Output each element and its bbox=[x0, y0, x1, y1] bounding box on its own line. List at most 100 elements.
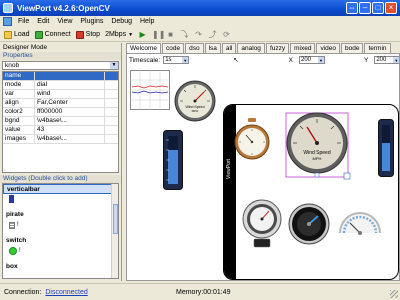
wind-speed-gauge[interactable]: Wind Speed MPH bbox=[174, 80, 216, 122]
refresh-icon[interactable]: ⟳ bbox=[222, 30, 231, 39]
app-icon bbox=[3, 3, 13, 13]
widgets-header: Widgets (Double click to add) bbox=[0, 175, 121, 183]
menu-edit[interactable]: Edit bbox=[37, 18, 49, 25]
close-button[interactable]: × bbox=[385, 2, 397, 14]
connection-label: Connection: bbox=[4, 288, 42, 296]
tab-code[interactable]: code bbox=[161, 43, 185, 53]
menu-debug[interactable]: Debug bbox=[111, 18, 132, 25]
timescale-select[interactable]: 1s ▼ bbox=[163, 56, 190, 64]
step-over-icon[interactable]: ↷ bbox=[194, 30, 203, 39]
property-row[interactable]: mode dial bbox=[3, 81, 118, 90]
pause-icon[interactable]: ❚❚ bbox=[152, 30, 165, 39]
memory-status: Memory:00:01:49 bbox=[176, 288, 231, 296]
connect-button[interactable]: Connect bbox=[34, 30, 71, 39]
widget-item[interactable]: switch bbox=[3, 236, 118, 246]
stopwatch-gauge[interactable] bbox=[234, 118, 270, 162]
gauge-unit: MPH bbox=[192, 109, 199, 113]
widget-item[interactable]: verticalbar bbox=[3, 184, 118, 194]
stop-button[interactable]: Stop bbox=[75, 30, 100, 39]
menu-help[interactable]: Help bbox=[140, 18, 154, 25]
tab-bar: Welcome code dso lsa all analog fuzzy mi… bbox=[126, 43, 400, 53]
canvas-brand-label: ViewPort bbox=[226, 159, 232, 179]
properties-empty-area bbox=[3, 144, 118, 172]
toolbar: Load Connect Stop 2Mbps ▼ ▶ ❚❚ ■ ⤵ ↷ ⤴ ⟳ bbox=[0, 28, 400, 42]
tab-fuzzy[interactable]: fuzzy bbox=[265, 43, 290, 53]
tab-video[interactable]: video bbox=[316, 43, 340, 53]
right-vertical-bar[interactable] bbox=[378, 119, 394, 177]
properties-header: Properties bbox=[0, 52, 121, 60]
minimize-button[interactable]: – bbox=[359, 2, 371, 14]
x-label: X bbox=[288, 56, 293, 64]
app-menu-icon bbox=[3, 17, 12, 26]
designer-canvas-area: Timescale: 1s ▼ ↖ X 200 ▼ Y 200 ▼ Wind S… bbox=[126, 53, 400, 281]
tab-lsa[interactable]: lsa bbox=[204, 43, 221, 53]
chevron-down-icon: ▼ bbox=[110, 62, 118, 69]
resize-grip-icon[interactable] bbox=[390, 290, 398, 298]
y-select[interactable]: 200 ▼ bbox=[374, 56, 399, 64]
widget-item[interactable]: pirate bbox=[3, 210, 118, 220]
tab-bode[interactable]: bode bbox=[341, 43, 364, 53]
designer-panel: Designer Mode Properties knob ▼ name mod… bbox=[0, 43, 122, 281]
black-dial-gauge[interactable] bbox=[288, 202, 330, 246]
menu-file[interactable]: File bbox=[18, 18, 29, 25]
mouse-cursor-icon: ↖ bbox=[233, 57, 239, 64]
property-row[interactable]: value 43 bbox=[3, 126, 118, 135]
timescale-label: Timescale: bbox=[129, 56, 161, 64]
graph-thumbnail[interactable] bbox=[130, 70, 170, 110]
tab-mixed[interactable]: mixed bbox=[290, 43, 316, 53]
menu-plugins[interactable]: Plugins bbox=[80, 18, 103, 25]
widgets-list: verticalbar pirate ! switch ! box bbox=[2, 183, 119, 279]
timescale-row: Timescale: 1s ▼ ↖ X 200 ▼ Y 200 ▼ bbox=[127, 55, 399, 65]
property-row[interactable]: images \v4base\... bbox=[3, 135, 118, 144]
widget-canvas[interactable]: ViewPort Wind Speed MPH bbox=[223, 104, 399, 280]
property-row[interactable]: var wind bbox=[3, 90, 118, 99]
title-bar: ViewPort v4.2.6:OpenCV ⇔ – □ × bbox=[0, 0, 400, 16]
maximize-button[interactable]: □ bbox=[372, 2, 384, 14]
chrome-dial-gauge[interactable] bbox=[242, 197, 282, 249]
step-out-icon[interactable]: ⤴ bbox=[208, 29, 217, 40]
tab-analog[interactable]: analog bbox=[237, 43, 265, 53]
resize-handle[interactable] bbox=[314, 172, 320, 178]
play-icon[interactable]: ▶ bbox=[138, 30, 147, 39]
bars-icon: ! bbox=[3, 220, 118, 230]
tab-dso[interactable]: dso bbox=[185, 43, 204, 53]
menu-bar: File Edit View Plugins Debug Help bbox=[0, 16, 400, 27]
load-button[interactable]: Load bbox=[4, 30, 30, 39]
chevron-down-icon: ▼ bbox=[128, 31, 134, 38]
tab-welcome[interactable]: Welcome bbox=[126, 43, 161, 53]
window-title: ViewPort v4.2.6:OpenCV bbox=[17, 3, 110, 13]
property-row[interactable]: name bbox=[3, 72, 118, 81]
stop-icon bbox=[75, 30, 84, 39]
property-row[interactable]: align Far,Center bbox=[3, 99, 118, 108]
folder-icon bbox=[4, 30, 12, 39]
vertical-bar-icon bbox=[3, 194, 118, 204]
panel-title: Designer Mode bbox=[3, 44, 48, 51]
x-select[interactable]: 200 ▼ bbox=[298, 56, 325, 64]
tab-termin[interactable]: termin bbox=[364, 43, 391, 53]
properties-grid: name mode dial var wind align Far,Center… bbox=[2, 71, 119, 173]
property-row[interactable]: color2 ff000000 bbox=[3, 108, 118, 117]
property-row[interactable]: bgnd \v4base\... bbox=[3, 117, 118, 126]
step-into-icon[interactable]: ⤵ bbox=[180, 29, 189, 40]
resize-handle[interactable] bbox=[343, 172, 351, 180]
y-label: Y bbox=[363, 56, 369, 64]
chevron-down-icon: ▼ bbox=[317, 57, 324, 63]
tab-all[interactable]: all bbox=[221, 43, 237, 53]
connection-status-link[interactable]: Disconnected bbox=[45, 289, 87, 296]
status-bar: Connection: Disconnected Memory:00:01:49 bbox=[0, 283, 400, 300]
chevron-down-icon: ▼ bbox=[393, 57, 399, 63]
restore-icon[interactable]: ⇔ bbox=[346, 2, 358, 14]
plug-icon bbox=[34, 30, 43, 39]
step-icon[interactable]: ■ bbox=[166, 30, 175, 39]
chevron-down-icon: ▼ bbox=[182, 57, 189, 63]
widgets-scrollbar[interactable] bbox=[111, 184, 118, 278]
widget-item[interactable]: box bbox=[3, 262, 118, 272]
menu-view[interactable]: View bbox=[57, 18, 72, 25]
half-gauge[interactable] bbox=[334, 203, 386, 243]
component-select[interactable]: knob ▼ bbox=[2, 61, 119, 70]
selected-knob-gauge[interactable]: Wind Speed MPH bbox=[282, 107, 352, 183]
vertical-bar-meter[interactable] bbox=[163, 130, 183, 190]
gauge-unit: MPH bbox=[313, 156, 322, 161]
green-led-icon: ! bbox=[3, 246, 118, 256]
speed-dropdown[interactable]: 2Mbps ▼ bbox=[105, 31, 133, 38]
